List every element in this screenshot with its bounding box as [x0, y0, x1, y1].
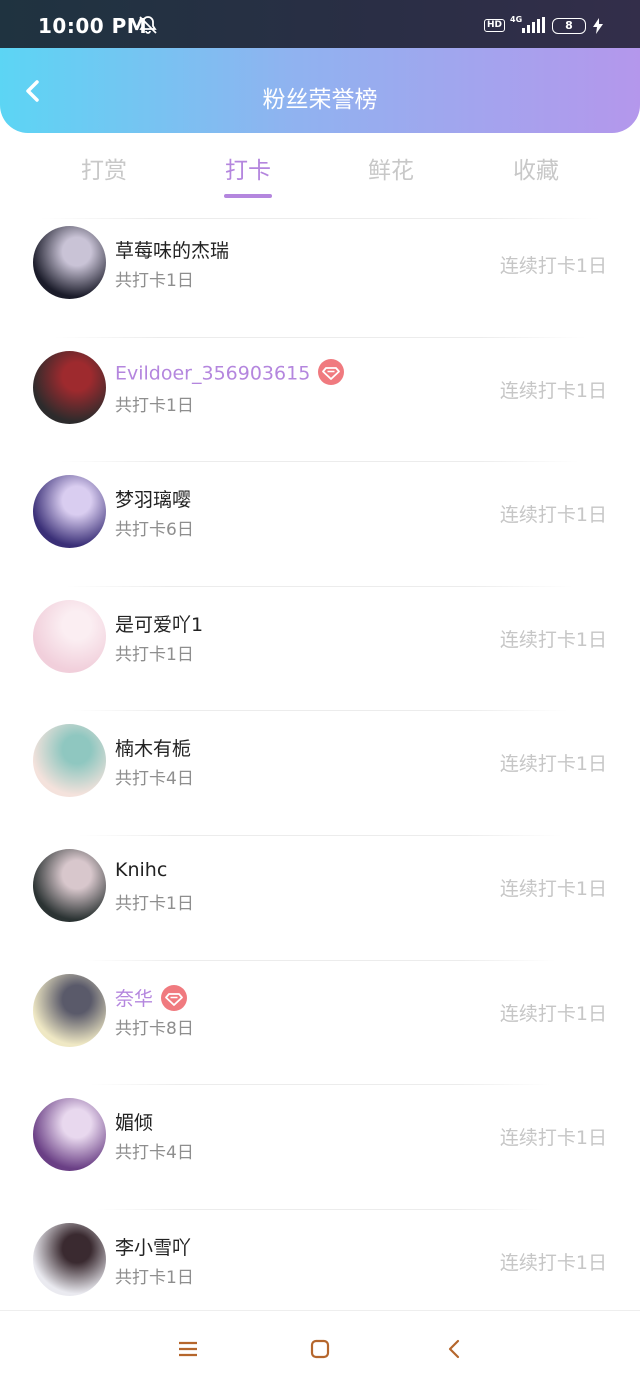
total-checkin-count: 共打卡6日	[115, 520, 194, 540]
total-checkin-count: 共打卡1日	[115, 396, 194, 416]
total-checkin-count: 共打卡1日	[115, 645, 194, 665]
fan-name[interactable]: Knihc	[115, 859, 167, 881]
fan-row[interactable]: 奈华共打卡8日 连续打卡1日	[0, 960, 640, 1091]
row-divider	[90, 1084, 550, 1085]
status-bar: 10:00 PM HD 4G 8	[0, 0, 640, 48]
checkin-streak: 连续打卡1日	[499, 380, 607, 402]
avatar[interactable]	[33, 1098, 106, 1171]
home-button[interactable]	[307, 1336, 333, 1362]
total-checkin-count: 共打卡8日	[115, 1019, 194, 1039]
total-checkin-count: 共打卡1日	[115, 894, 194, 914]
fan-name-text: 奈华	[115, 988, 154, 1010]
battery-icon: 8	[552, 18, 586, 34]
total-checkin-count: 共打卡4日	[115, 1143, 194, 1163]
network-type: 4G	[510, 15, 523, 24]
bell-off-icon	[138, 15, 158, 39]
page-title: 粉丝荣誉榜	[262, 87, 378, 113]
tab-flowers[interactable]: 鲜花	[336, 151, 446, 185]
back-triangle-icon	[448, 1339, 460, 1359]
row-divider	[84, 960, 556, 961]
avatar[interactable]	[33, 226, 106, 299]
menu-icon	[179, 1341, 197, 1357]
vip-diamond-icon	[318, 359, 345, 385]
checkin-streak: 连续打卡1日	[499, 878, 607, 900]
fan-name[interactable]: 草莓味的杰瑞	[115, 236, 229, 263]
fan-name[interactable]: 是可爱吖1	[115, 610, 203, 637]
fan-row[interactable]: Knihc 共打卡1日 连续打卡1日	[0, 835, 640, 966]
checkin-streak: 连续打卡1日	[499, 1252, 607, 1274]
row-divider	[66, 586, 574, 587]
avatar[interactable]	[33, 351, 106, 424]
vip-diamond-icon	[161, 984, 188, 1011]
checkin-streak: 连续打卡1日	[499, 504, 607, 526]
avatar[interactable]	[33, 724, 106, 797]
tab-bar: 打赏 打卡 鲜花 收藏	[0, 133, 640, 203]
fan-name-text: 李小雪吖	[115, 1237, 192, 1259]
menu-button[interactable]	[175, 1336, 201, 1362]
checkin-streak: 连续打卡1日	[499, 753, 607, 775]
checkin-streak: 连续打卡1日	[499, 629, 607, 651]
system-nav-bar	[0, 1310, 640, 1388]
fan-name[interactable]: Evildoer_356903615	[115, 359, 345, 387]
status-time: 10:00 PM	[38, 14, 148, 38]
fan-row[interactable]: 草莓味的杰瑞 共打卡1日 连续打卡1日	[0, 218, 640, 343]
avatar[interactable]	[33, 475, 106, 548]
nav-back-button[interactable]	[441, 1336, 467, 1362]
checkin-streak: 连续打卡1日	[499, 1003, 607, 1025]
total-checkin-count: 共打卡1日	[115, 271, 194, 291]
avatar[interactable]	[33, 849, 106, 922]
row-divider	[96, 1209, 544, 1210]
home-square-icon	[310, 1339, 330, 1359]
row-divider	[54, 337, 586, 338]
fan-name[interactable]: 楠木有栀	[115, 734, 191, 761]
fan-name[interactable]: 李小雪吖	[115, 1233, 191, 1260]
fan-name[interactable]: 梦羽璃嘤	[115, 485, 191, 512]
fan-name-text: 楠木有栀	[115, 738, 192, 760]
fan-name-text: 是可爱吖1	[115, 614, 204, 636]
app-header: 粉丝荣誉榜	[0, 48, 640, 133]
fan-row[interactable]: 梦羽璃嘤共打卡6日 连续打卡1日	[0, 461, 640, 592]
avatar[interactable]	[33, 600, 106, 673]
fan-row[interactable]: 媚倾共打卡4日 连续打卡1日	[0, 1084, 640, 1215]
fan-row[interactable]: 是可爱吖1 共打卡1日 连续打卡1日	[0, 586, 640, 717]
tab-reward[interactable]: 打赏	[49, 151, 159, 185]
row-divider	[60, 461, 580, 462]
fan-name-text: Knihc	[115, 859, 168, 881]
total-checkin-count: 共打卡4日	[115, 769, 194, 789]
avatar[interactable]	[33, 974, 106, 1047]
fan-row[interactable]: Evildoer_356903615 共打卡1日 连续打卡1日	[0, 337, 640, 468]
fan-name[interactable]: 奈华	[115, 984, 188, 1013]
signal-icon	[522, 17, 546, 37]
fan-row[interactable]: 楠木有栀共打卡4日 连续打卡1日	[0, 710, 640, 841]
tab-checkin[interactable]: 打卡	[193, 151, 303, 185]
checkin-streak: 连续打卡1日	[499, 1127, 607, 1149]
avatar[interactable]	[33, 1223, 106, 1296]
fan-name[interactable]: 媚倾	[115, 1108, 153, 1135]
fan-name-text: 草莓味的杰瑞	[115, 240, 230, 262]
charging-icon	[592, 18, 604, 38]
row-divider	[40, 218, 600, 219]
total-checkin-count: 共打卡1日	[115, 1268, 194, 1288]
hd-icon: HD	[484, 19, 506, 32]
tab-active-indicator	[224, 194, 272, 198]
checkin-streak: 连续打卡1日	[499, 255, 607, 277]
fan-name-text: 媚倾	[115, 1112, 154, 1134]
fan-name-text: Evildoer_356903615	[115, 362, 311, 385]
fan-name-text: 梦羽璃嘤	[115, 489, 192, 511]
tab-favorites[interactable]: 收藏	[481, 151, 591, 185]
row-divider	[72, 710, 568, 711]
row-divider	[78, 835, 562, 836]
